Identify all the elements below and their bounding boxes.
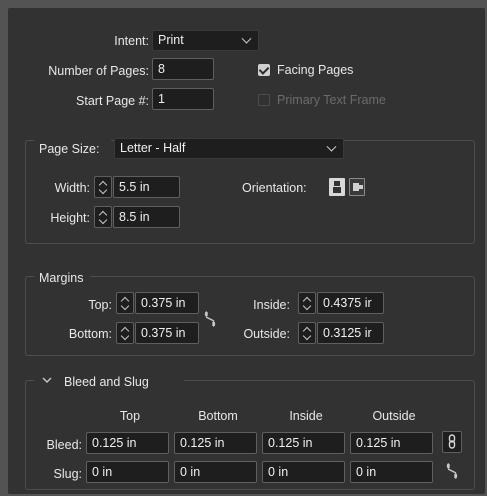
column-top: Top <box>119 409 141 423</box>
slug-inside-value: 0 in <box>268 465 289 479</box>
margin-top-stepper[interactable] <box>116 292 134 314</box>
page-size-value: Letter - Half <box>120 141 186 155</box>
bleed-top-value: 0.125 in <box>92 436 137 450</box>
bleed-bottom-field[interactable]: 0.125 in <box>174 432 257 454</box>
broken-chain-icon[interactable] <box>204 311 216 327</box>
height-label: Height: <box>50 211 90 225</box>
chevron-down-icon[interactable] <box>42 376 52 384</box>
margin-top-value: 0.375 in <box>141 296 186 310</box>
pages-label: Number of Pages: <box>48 64 149 78</box>
margin-bottom-stepper[interactable] <box>116 322 134 344</box>
start-page-value: 1 <box>158 92 165 106</box>
intent-label: Intent: <box>114 34 149 48</box>
bleed-slug-title: Bleed and Slug <box>64 375 149 389</box>
slug-label: Slug: <box>53 467 83 481</box>
intent-dropdown[interactable]: Print <box>152 30 259 51</box>
intent-value: Print <box>158 33 184 47</box>
slug-bottom-field[interactable]: 0 in <box>174 461 257 483</box>
column-inside: Inside <box>289 409 323 423</box>
slug-top-value: 0 in <box>92 465 113 479</box>
margin-outside-field[interactable]: 0.3125 ir <box>317 322 384 344</box>
slug-inside-field[interactable]: 0 in <box>262 461 345 483</box>
margin-top-label: Top: <box>88 298 112 312</box>
height-stepper[interactable] <box>94 206 112 228</box>
height-value: 8.5 in <box>119 210 150 224</box>
margin-inside-value: 0.4375 ir <box>323 296 372 310</box>
width-value: 5.5 in <box>119 180 150 194</box>
width-field[interactable]: 5.5 in <box>113 176 180 198</box>
margin-outside-value: 0.3125 ir <box>323 326 372 340</box>
width-stepper[interactable] <box>94 176 112 198</box>
pages-field[interactable]: 8 <box>152 58 214 80</box>
slug-bottom-value: 0 in <box>180 465 201 479</box>
primary-text-frame-checkbox[interactable] <box>258 94 270 106</box>
slug-outside-field[interactable]: 0 in <box>350 461 433 483</box>
landscape-orientation-icon[interactable] <box>349 178 365 196</box>
bleed-label: Bleed: <box>46 438 82 452</box>
document-setup-dialog: Intent: Print Number of Pages: 8 Start P… <box>8 8 485 494</box>
bleed-outside-value: 0.125 in <box>356 436 401 450</box>
bleed-inside-value: 0.125 in <box>268 436 313 450</box>
chevron-down-icon <box>326 141 337 152</box>
margin-bottom-value: 0.375 in <box>141 326 186 340</box>
slug-outside-value: 0 in <box>356 465 377 479</box>
primary-text-frame-label: Primary Text Frame <box>277 93 386 107</box>
portrait-orientation-icon[interactable] <box>329 178 345 196</box>
orientation-label: Orientation: <box>242 181 307 195</box>
chevron-down-icon <box>241 33 252 44</box>
start-page-field[interactable]: 1 <box>152 88 214 110</box>
chain-link-icon[interactable] <box>442 431 462 453</box>
margins-title: Margins <box>39 271 84 285</box>
bleed-inside-field[interactable]: 0.125 in <box>262 432 345 454</box>
width-label: Width: <box>54 181 90 195</box>
broken-chain-icon[interactable] <box>445 463 459 479</box>
margin-inside-field[interactable]: 0.4375 ir <box>317 292 384 314</box>
bleed-top-field[interactable]: 0.125 in <box>86 432 169 454</box>
bleed-bottom-value: 0.125 in <box>180 436 225 450</box>
margin-top-field[interactable]: 0.375 in <box>135 292 199 314</box>
page-size-label: Page Size: <box>39 142 100 156</box>
slug-top-field[interactable]: 0 in <box>86 461 169 483</box>
margin-bottom-field[interactable]: 0.375 in <box>135 322 199 344</box>
height-field[interactable]: 8.5 in <box>113 206 180 228</box>
column-bottom: Bottom <box>198 409 238 423</box>
facing-pages-checkbox[interactable] <box>258 64 270 76</box>
margins-group <box>25 276 475 356</box>
facing-pages-label: Facing Pages <box>277 63 354 77</box>
margin-bottom-label: Bottom: <box>68 327 112 341</box>
column-outside: Outside <box>372 409 416 423</box>
pages-value: 8 <box>158 62 165 76</box>
bleed-outside-field[interactable]: 0.125 in <box>350 432 433 454</box>
start-page-label: Start Page #: <box>76 94 149 108</box>
margin-inside-stepper[interactable] <box>298 292 316 314</box>
margin-outside-label: Outside: <box>243 327 290 341</box>
page-size-dropdown[interactable]: Letter - Half <box>114 138 344 159</box>
margin-outside-stepper[interactable] <box>298 322 316 344</box>
margin-inside-label: Inside: <box>253 298 290 312</box>
